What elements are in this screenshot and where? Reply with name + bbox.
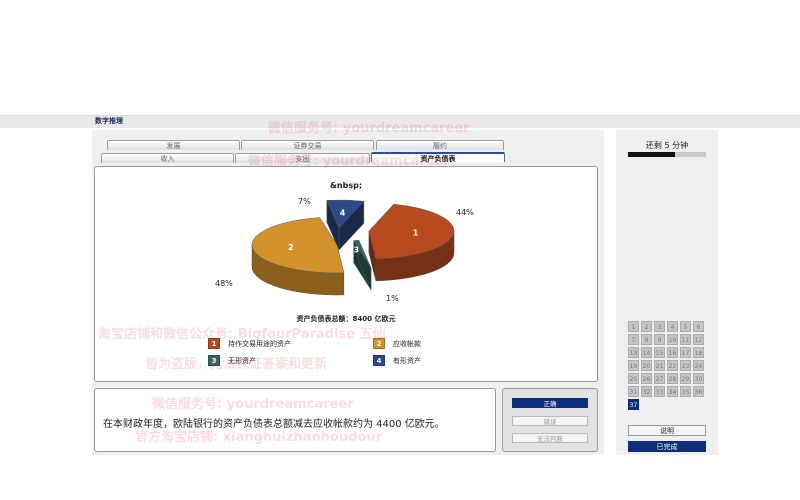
question-number-26[interactable]: 26 — [641, 373, 652, 384]
tab-development[interactable]: 发展 — [107, 140, 240, 150]
question-number-15[interactable]: 15 — [654, 347, 665, 358]
question-number-19[interactable]: 19 — [628, 360, 639, 371]
watermark-text: 官方淘宝店铺: xianghuizhanhoudour — [135, 430, 383, 445]
legend-label-2: 应收帐款 — [393, 339, 421, 348]
question-number-37[interactable]: 37 — [628, 399, 639, 410]
pie-chart: 4 1 3 2 — [251, 199, 455, 296]
slice-2-percent: 48% — [215, 279, 233, 288]
question-number-9[interactable]: 9 — [654, 334, 665, 345]
question-number-12[interactable]: 12 — [693, 334, 704, 345]
watermark-text: 微信服务号: yourdreamcareer — [152, 397, 354, 412]
answer-true-button[interactable]: 正确 — [512, 398, 588, 408]
question-number-24[interactable]: 24 — [693, 360, 704, 371]
question-number-29[interactable]: 29 — [680, 373, 691, 384]
question-number-33[interactable]: 33 — [654, 386, 665, 397]
question-number-6[interactable]: 6 — [693, 321, 704, 332]
legend-label-4: 有形资产 — [393, 356, 421, 365]
question-number-5[interactable]: 5 — [680, 321, 691, 332]
question-number-20[interactable]: 20 — [641, 360, 652, 371]
pie-slice-2-label: 2 — [288, 243, 294, 252]
question-number-36[interactable]: 36 — [693, 386, 704, 397]
slice-1-percent: 44% — [456, 208, 474, 217]
question-number-11[interactable]: 11 — [680, 334, 691, 345]
tab-income[interactable]: 收入 — [101, 153, 234, 163]
question-number-25[interactable]: 25 — [628, 373, 639, 384]
answer-panel: 正确 错误 无法判断 — [502, 388, 598, 452]
question-number-34[interactable]: 34 — [667, 386, 678, 397]
question-number-32[interactable]: 32 — [641, 386, 652, 397]
question-number-10[interactable]: 10 — [667, 334, 678, 345]
pie-slice-4-label: 4 — [340, 209, 346, 218]
watermark-text: 淘宝店铺和微信公众号: BigfourParadise 五仙 — [98, 327, 386, 342]
timer-progress-fill — [628, 152, 675, 157]
help-button[interactable]: 说明 — [628, 425, 706, 436]
timer-progress-bar — [628, 152, 706, 157]
question-number-22[interactable]: 22 — [667, 360, 678, 371]
question-number-31[interactable]: 31 — [628, 386, 639, 397]
watermark-text: 微信服务号: yourdreamcareer — [248, 154, 450, 169]
question-number-4[interactable]: 4 — [667, 321, 678, 332]
question-number-7[interactable]: 7 — [628, 334, 639, 345]
answer-cannot-say-button[interactable]: 无法判断 — [512, 433, 588, 443]
question-number-2[interactable]: 2 — [641, 321, 652, 332]
tab-compliance[interactable]: 履约 — [376, 140, 504, 150]
question-number-13[interactable]: 13 — [628, 347, 639, 358]
pie-slice-1-label: 1 — [413, 229, 419, 238]
question-number-21[interactable]: 21 — [654, 360, 665, 371]
slice-4-percent: 7% — [298, 197, 311, 206]
question-number-8[interactable]: 8 — [641, 334, 652, 345]
question-number-27[interactable]: 27 — [654, 373, 665, 384]
chart-panel: &nbsp; 4132 44% 48% 1% 7% 资产负债表总额：8400 亿… — [94, 166, 598, 382]
question-number-16[interactable]: 16 — [667, 347, 678, 358]
timer-label: 还剩 5 分钟 — [645, 141, 689, 150]
legend-item-4: 4 有形资产 — [373, 355, 421, 366]
pie-slice-3-label: 3 — [353, 245, 359, 254]
question-number-35[interactable]: 35 — [680, 386, 691, 397]
watermark-text: 微信服务号: yourdreamcareer — [268, 121, 470, 136]
watermark-text: 皆为盗版，无法保证答案和更新 — [145, 357, 328, 372]
question-number-28[interactable]: 28 — [667, 373, 678, 384]
question-number-18[interactable]: 18 — [693, 347, 704, 358]
slice-3-percent: 1% — [386, 294, 399, 303]
question-number-30[interactable]: 30 — [693, 373, 704, 384]
tab-securities-trading[interactable]: 证券交易 — [241, 140, 374, 150]
answer-false-button[interactable]: 错误 — [512, 416, 588, 426]
finish-button[interactable]: 已完成 — [628, 441, 706, 452]
question-number-3[interactable]: 3 — [654, 321, 665, 332]
app-title: 数字推理 — [95, 117, 123, 125]
question-number-1[interactable]: 1 — [628, 321, 639, 332]
question-number-17[interactable]: 17 — [680, 347, 691, 358]
question-number-14[interactable]: 14 — [641, 347, 652, 358]
legend-swatch-4: 4 — [373, 355, 385, 366]
question-number-23[interactable]: 23 — [680, 360, 691, 371]
